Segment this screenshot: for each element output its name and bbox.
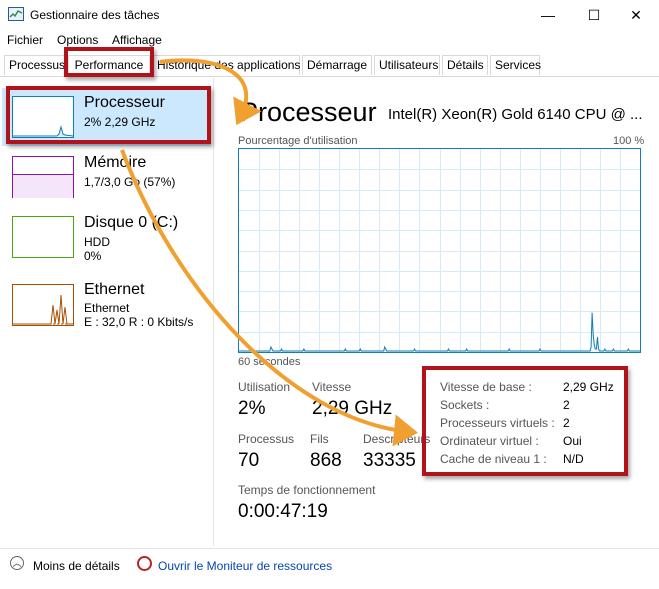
menu-fichier[interactable]: Fichier xyxy=(7,33,43,47)
sidebar-subtitle: Ethernet xyxy=(84,301,130,315)
menu-options[interactable]: Options xyxy=(57,33,98,47)
tab-demarrage[interactable]: Démarrage xyxy=(302,55,372,75)
memory-thumbnail xyxy=(12,156,74,198)
handles-label: Descripteurs xyxy=(363,432,431,446)
window-title: Gestionnaire des tâches xyxy=(30,8,160,22)
graph-label: Pourcentage d'utilisation xyxy=(238,135,358,147)
tab-processus[interactable]: Processus xyxy=(4,55,66,75)
speed-label: Vitesse xyxy=(312,380,352,394)
tab-details[interactable]: Détails xyxy=(442,55,488,75)
speed-value: 2,29 GHz xyxy=(312,398,393,419)
threads-value: 868 xyxy=(310,450,342,471)
sidebar-subtitle: 1,7/3,0 Go (57%) xyxy=(84,175,176,189)
tab-historique[interactable]: Historique des applications xyxy=(152,55,300,75)
sidebar-subtitle: HDD xyxy=(84,235,110,249)
tab-services[interactable]: Services xyxy=(490,55,541,75)
less-details-button[interactable]: Moins de détails xyxy=(33,559,120,573)
processes-value: 70 xyxy=(238,450,260,471)
sidebar-title: Disque 0 (C:) xyxy=(84,214,179,231)
highlight-cpu-properties xyxy=(422,366,628,476)
sidebar-detail: E : 32,0 R : 0 Kbits/s xyxy=(84,315,194,329)
graph-max-label: 100 % xyxy=(613,135,645,147)
disk-thumbnail xyxy=(12,216,74,258)
resource-monitor-icon xyxy=(137,556,152,571)
resource-monitor-link[interactable]: Ouvrir le Moniteur de ressources xyxy=(158,559,332,573)
menu-affichage[interactable]: Affichage xyxy=(112,33,162,47)
close-button[interactable]: ✕ xyxy=(613,0,659,30)
threads-label: Fils xyxy=(310,432,329,446)
cpu-usage-graph xyxy=(238,148,641,353)
chevron-up-icon[interactable]: ︿ xyxy=(10,556,24,570)
tab-utilisateurs[interactable]: Utilisateurs xyxy=(374,55,440,75)
highlight-performance-tab xyxy=(64,47,154,77)
maximize-button[interactable]: ☐ xyxy=(571,0,617,30)
ethernet-thumbnail xyxy=(12,284,74,326)
graph-time-label: 60 secondes xyxy=(238,356,301,368)
utilization-value: 2% xyxy=(238,398,266,419)
sidebar-title: Mémoire xyxy=(84,154,147,171)
uptime-value: 0:00:47:19 xyxy=(238,501,328,522)
processes-label: Processus xyxy=(238,432,295,446)
page-title: Processeur xyxy=(240,97,377,127)
uptime-label: Temps de fonctionnement xyxy=(238,483,376,497)
highlight-processeur-item xyxy=(6,86,211,144)
handles-value: 33335 xyxy=(363,450,416,471)
cpu-model: Intel(R) Xeon(R) Gold 6140 CPU @ ... xyxy=(388,106,643,123)
sidebar-detail: 0% xyxy=(84,249,102,263)
minimize-button[interactable]: — xyxy=(525,0,571,30)
utilization-label: Utilisation xyxy=(238,380,291,394)
task-manager-icon xyxy=(8,7,24,21)
sidebar-title: Ethernet xyxy=(84,281,145,298)
